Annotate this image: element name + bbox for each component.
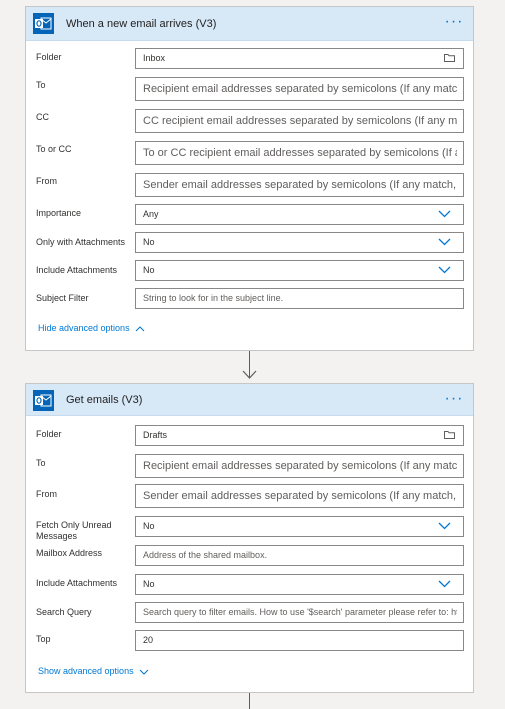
folder-icon[interactable]	[444, 54, 455, 62]
to-placeholder: Recipient email addresses separated by s…	[143, 83, 457, 95]
field-label-to-or-cc: To or CC	[36, 144, 72, 154]
cc-placeholder: CC recipient email addresses separated b…	[143, 115, 457, 127]
chevron-up-icon	[135, 325, 144, 331]
trigger-title: When a new email arrives (V3)	[66, 18, 217, 30]
from-placeholder: Sender email addresses separated by semi…	[143, 490, 457, 502]
field-label-from: From	[36, 176, 57, 186]
mailbox-address-placeholder: Address of the shared mailbox.	[143, 550, 268, 560]
field-label-cc: CC	[36, 112, 49, 122]
action-more-button[interactable]: ···	[441, 384, 467, 416]
fetch-only-unread-dropdown[interactable]: No	[135, 516, 464, 537]
chevron-down-icon	[139, 669, 148, 675]
chevron-down-icon	[438, 522, 451, 530]
folder-value: Drafts	[143, 430, 168, 440]
field-label-include-attachments: Include Attachments	[36, 265, 118, 275]
to-placeholder: Recipient email addresses separated by s…	[143, 460, 457, 472]
to-input[interactable]: Recipient email addresses separated by s…	[135, 454, 464, 478]
field-label-mailbox-address: Mailbox Address	[36, 548, 103, 558]
arrow-down-icon	[242, 370, 257, 379]
subject-filter-placeholder: String to look for in the subject line.	[143, 293, 284, 303]
field-label-folder: Folder	[36, 52, 62, 62]
show-advanced-options-link[interactable]: Show advanced options	[38, 666, 149, 676]
top-input[interactable]: 20	[135, 630, 464, 651]
from-input[interactable]: Sender email addresses separated by semi…	[135, 484, 464, 508]
folder-icon[interactable]	[444, 431, 455, 439]
field-label-top: Top	[36, 634, 51, 644]
from-placeholder: Sender email addresses separated by semi…	[143, 179, 457, 191]
to-or-cc-placeholder: To or CC recipient email addresses separ…	[143, 147, 457, 159]
chevron-down-icon	[438, 238, 451, 246]
importance-dropdown[interactable]: Any	[135, 204, 464, 225]
search-query-input[interactable]: Search query to filter emails. How to us…	[135, 602, 464, 623]
flow-connector-line	[249, 693, 250, 709]
search-query-placeholder: Search query to filter emails. How to us…	[143, 607, 457, 617]
include-attachments-dropdown[interactable]: No	[135, 574, 464, 595]
field-label-include-attachments: Include Attachments	[36, 578, 118, 588]
field-label-from: From	[36, 489, 57, 499]
action-card-header[interactable]: Get emails (V3) ···	[26, 384, 473, 416]
field-label-importance: Importance	[36, 208, 82, 218]
field-label-search-query: Search Query	[36, 607, 92, 617]
subject-filter-input[interactable]: String to look for in the subject line.	[135, 288, 464, 309]
hide-advanced-options-link[interactable]: Hide advanced options	[38, 323, 145, 333]
include-attachments-dropdown[interactable]: No	[135, 260, 464, 281]
cc-input[interactable]: CC recipient email addresses separated b…	[135, 109, 464, 133]
only-with-attachments-value: No	[143, 237, 155, 247]
to-input[interactable]: Recipient email addresses separated by s…	[135, 77, 464, 101]
trigger-more-button[interactable]: ···	[441, 7, 467, 39]
action-card: Get emails (V3) ··· Folder Drafts To Rec…	[25, 383, 474, 693]
to-or-cc-input[interactable]: To or CC recipient email addresses separ…	[135, 141, 464, 165]
hide-advanced-options-label: Hide advanced options	[38, 323, 130, 333]
from-input[interactable]: Sender email addresses separated by semi…	[135, 173, 464, 197]
chevron-down-icon	[438, 580, 451, 588]
field-label-only-with-attachments: Only with Attachments	[36, 237, 126, 247]
field-label-to: To	[36, 80, 46, 90]
only-with-attachments-dropdown[interactable]: No	[135, 232, 464, 253]
folder-value: Inbox	[143, 53, 166, 63]
folder-input[interactable]: Inbox	[135, 48, 464, 69]
include-attachments-value: No	[143, 265, 155, 275]
mailbox-address-input[interactable]: Address of the shared mailbox.	[135, 545, 464, 566]
include-attachments-value: No	[143, 579, 155, 589]
field-label-folder: Folder	[36, 429, 62, 439]
field-label-fetch-only-unread: Fetch Only Unread Messages	[36, 520, 112, 541]
show-advanced-options-label: Show advanced options	[38, 666, 134, 676]
fetch-only-unread-value: No	[143, 521, 155, 531]
top-value: 20	[143, 635, 154, 645]
field-label-subject-filter: Subject Filter	[36, 293, 89, 303]
chevron-down-icon	[438, 266, 451, 274]
trigger-card: When a new email arrives (V3) ··· Folder…	[25, 6, 474, 351]
folder-input[interactable]: Drafts	[135, 425, 464, 446]
outlook-icon	[33, 390, 54, 411]
importance-value: Any	[143, 209, 159, 219]
chevron-down-icon	[438, 210, 451, 218]
action-title: Get emails (V3)	[66, 394, 143, 406]
outlook-icon	[33, 13, 54, 34]
field-label-to: To	[36, 458, 46, 468]
trigger-card-header[interactable]: When a new email arrives (V3) ···	[26, 7, 473, 41]
